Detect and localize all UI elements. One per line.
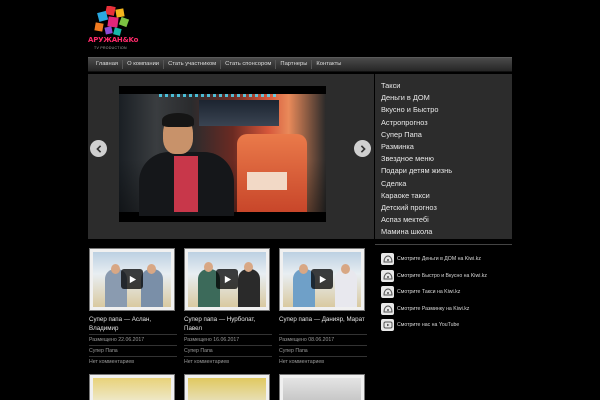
featured-slider	[88, 74, 374, 239]
video-comments[interactable]: Нет комментариев	[279, 356, 367, 367]
logo-subtitle: TV PRODUCTION	[94, 46, 127, 50]
video-title[interactable]: Супер папа — Данияр, Марат	[279, 316, 367, 334]
shows-menu-item[interactable]: Сделка	[381, 178, 512, 190]
kiwi-icon	[381, 269, 394, 282]
shows-menu-item[interactable]: Вкусно и Быстро	[381, 104, 512, 116]
shows-menu-item[interactable]: Детский прогноз	[381, 202, 512, 214]
shows-menu-item[interactable]: Супер Папа	[381, 129, 512, 141]
video-thumbnail[interactable]	[89, 248, 175, 311]
video-card	[89, 374, 177, 400]
link-youtube[interactable]: Смотрите нас на YouTube	[375, 317, 512, 333]
main-nav: Главная О компании Стать участником Стат…	[88, 57, 512, 72]
video-date: Размещено 08.06.2017	[279, 334, 367, 345]
shows-menu: Такси Деньги в ДОМ Вкусно и Быстро Астро…	[375, 74, 512, 239]
play-icon	[311, 269, 333, 289]
video-category-link[interactable]: Супер Папа	[184, 345, 272, 356]
chevron-left-icon	[95, 144, 101, 153]
video-thumbnail[interactable]	[279, 374, 365, 400]
shows-menu-item[interactable]: Астропрогноз	[381, 117, 512, 129]
logo-text: АРУЖАН&Ko	[88, 36, 139, 44]
video-comments[interactable]: Нет комментариев	[89, 356, 177, 367]
shows-menu-item[interactable]: Подари детям жизнь	[381, 165, 512, 177]
shows-menu-item[interactable]: Караоке такси	[381, 190, 512, 202]
video-date: Размещено 22.06.2017	[89, 334, 177, 345]
kiwi-icon	[381, 286, 394, 298]
video-thumbnail[interactable]	[184, 248, 270, 311]
video-card: Супер папа — Нурболат, Павел Размещено 1…	[184, 248, 272, 367]
video-thumbnail[interactable]	[89, 374, 175, 400]
nav-item-partners[interactable]: Партнеры	[276, 60, 313, 69]
slider-prev-button[interactable]	[90, 140, 107, 157]
video-card	[279, 374, 367, 400]
video-category-link[interactable]: Супер Папа	[279, 345, 367, 356]
nav-item-participate[interactable]: Стать участником	[164, 60, 222, 69]
shows-menu-item[interactable]: Такси	[381, 80, 512, 92]
video-card	[184, 374, 272, 400]
video-card: Супер папа — Данияр, Марат Размещено 08.…	[279, 248, 367, 367]
link-kiwi-money[interactable]: Смотрите Деньги в ДОМ на Kiwi.kz	[375, 251, 512, 267]
video-comments[interactable]: Нет комментариев	[184, 356, 272, 367]
nav-item-home[interactable]: Главная	[92, 60, 124, 69]
link-kiwi-tasty[interactable]: Смотрите Быстро и Вкусно на Kiwi.kz	[375, 268, 512, 284]
nav-item-about[interactable]: О компании	[123, 60, 165, 69]
shows-menu-item[interactable]: Звездное меню	[381, 153, 512, 165]
kiwi-icon	[381, 253, 394, 265]
shows-menu-item[interactable]: Мамина школа	[381, 226, 512, 238]
video-thumbnail[interactable]	[279, 248, 365, 311]
kiwi-icon	[381, 302, 394, 315]
video-still	[119, 94, 326, 216]
external-links: Смотрите Деньги в ДОМ на Kiwi.kz Смотрит…	[375, 244, 512, 334]
nav-item-contacts[interactable]: Контакты	[312, 60, 345, 69]
link-kiwi-warmup[interactable]: Смотрите Разминку на Kiwi.kz	[375, 301, 512, 317]
video-thumbnail[interactable]	[184, 374, 270, 400]
youtube-icon	[381, 319, 394, 331]
play-icon	[121, 269, 143, 289]
shows-menu-item[interactable]: Разминка	[381, 141, 512, 153]
shows-menu-item[interactable]: Деньги в ДОМ	[381, 92, 512, 104]
video-date: Размещено 16.06.2017	[184, 334, 272, 345]
video-card: Супер папа — Аслан, Владимир Размещено 2…	[89, 248, 177, 367]
shows-menu-item[interactable]: Аспаз мектебi	[381, 214, 512, 226]
chevron-right-icon	[360, 144, 366, 153]
video-category-link[interactable]: Супер Папа	[89, 345, 177, 356]
play-icon	[216, 269, 238, 289]
logo-mark-icon	[94, 6, 130, 36]
video-title[interactable]: Супер папа — Нурболат, Павел	[184, 316, 272, 334]
site-logo[interactable]: АРУЖАН&Ko TV PRODUCTION	[88, 6, 158, 56]
featured-video[interactable]	[119, 86, 326, 222]
link-kiwi-taxi[interactable]: Смотрите Такси на Kiwi.kz	[375, 284, 512, 300]
slider-next-button[interactable]	[354, 140, 371, 157]
video-title[interactable]: Супер папа — Аслан, Владимир	[89, 316, 177, 334]
nav-item-sponsor[interactable]: Стать спонсором	[221, 60, 277, 69]
